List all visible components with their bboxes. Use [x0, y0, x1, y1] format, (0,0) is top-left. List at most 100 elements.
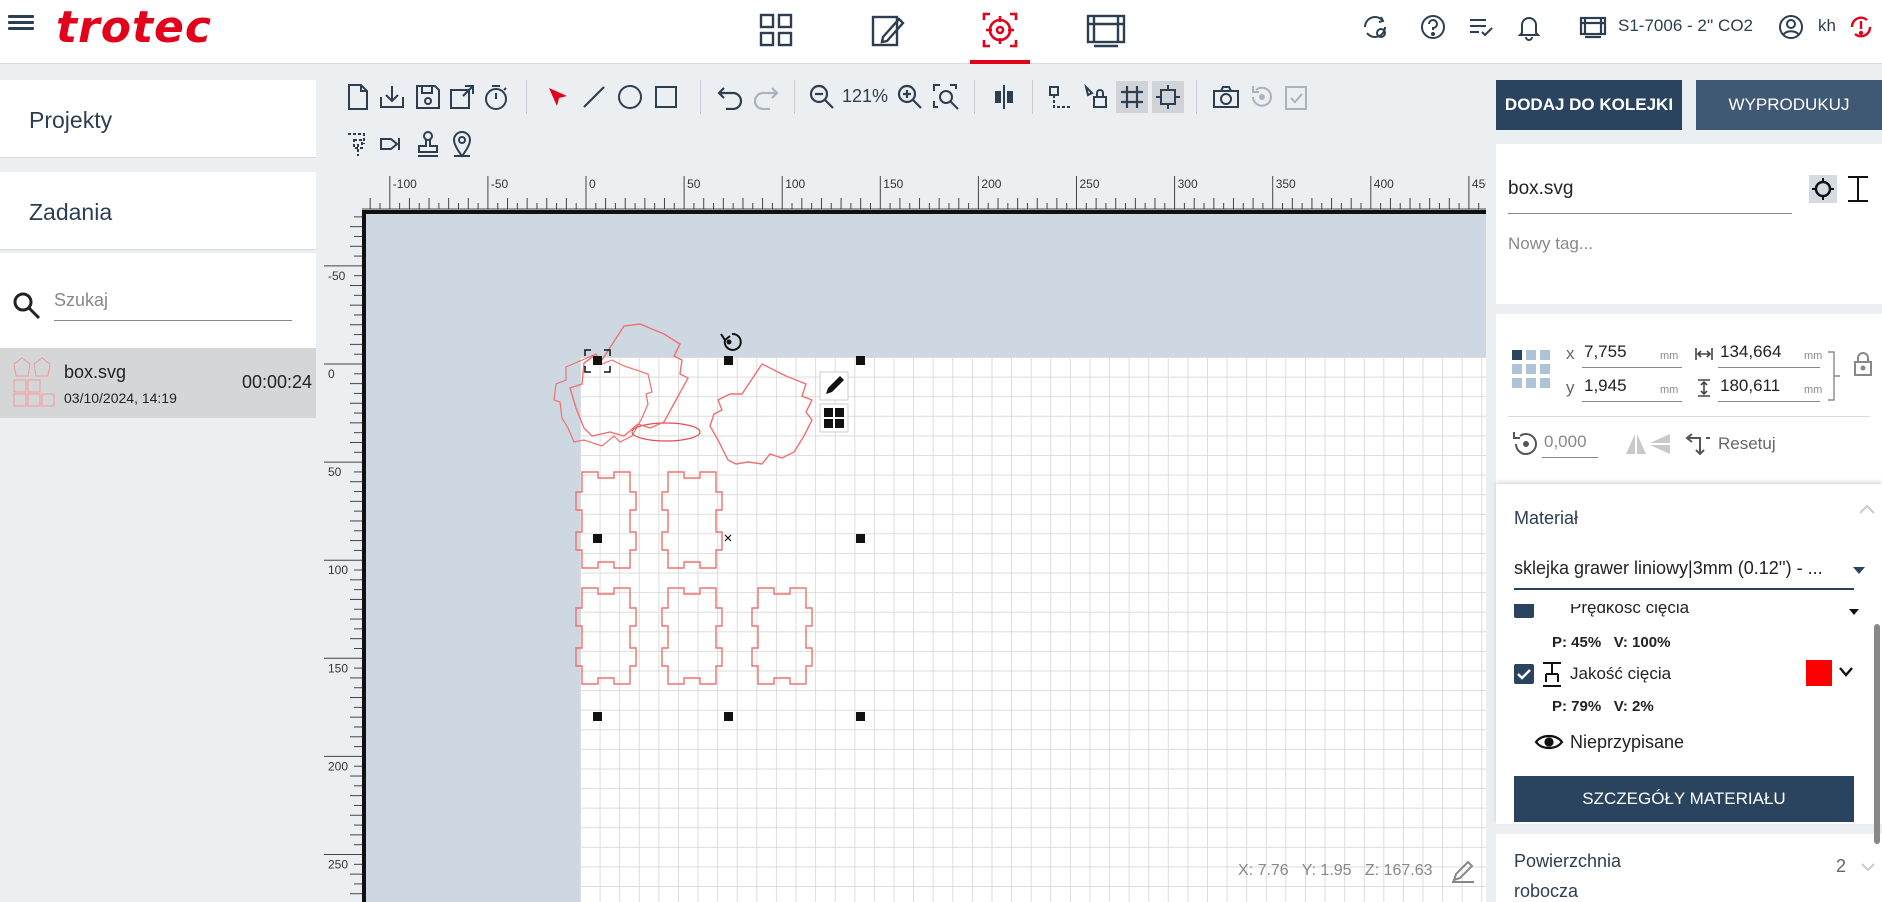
timer-icon[interactable]: [480, 81, 512, 113]
lock-aspect-icon[interactable]: [1852, 350, 1874, 378]
zoom-selection-icon[interactable]: [930, 81, 962, 113]
menu-icon[interactable]: [8, 12, 34, 38]
stamp-icon[interactable]: [412, 128, 444, 160]
export-icon[interactable]: [446, 81, 478, 113]
produce-button[interactable]: WYPRODUKUJ: [1696, 80, 1882, 130]
location-icon[interactable]: [446, 128, 478, 160]
new-file-icon[interactable]: [342, 81, 374, 113]
trace-icon[interactable]: [342, 128, 374, 160]
zoom-out-icon[interactable]: [806, 81, 838, 113]
flip-horizontal-icon[interactable]: [1624, 432, 1648, 456]
grid-icon[interactable]: [1116, 81, 1148, 113]
layer-checkbox[interactable]: [1514, 664, 1534, 684]
mode-design-button[interactable]: [858, 0, 918, 60]
undo-icon[interactable]: [714, 81, 746, 113]
width-icon: [1695, 348, 1713, 360]
status-x: X: 7.76: [1238, 862, 1289, 879]
sync-settings-icon[interactable]: [1360, 12, 1390, 42]
help-icon[interactable]: [1418, 12, 1448, 42]
mode-prepare-button[interactable]: [970, 0, 1030, 64]
select-arrow-icon[interactable]: [542, 81, 574, 113]
material-title[interactable]: Materiał: [1514, 508, 1578, 529]
object-grid-icon[interactable]: [819, 403, 849, 433]
panel-scrollbar[interactable]: [1874, 624, 1880, 844]
engrave-mode-icon[interactable]: [1844, 174, 1872, 204]
tab-jobs[interactable]: Zadania: [0, 172, 316, 250]
lock-snap-icon[interactable]: [1080, 81, 1112, 113]
save-icon[interactable]: [412, 81, 444, 113]
cut-mode-icon[interactable]: [1808, 174, 1838, 204]
machine-name[interactable]: S1-7006 - 2'' CO2: [1618, 16, 1753, 36]
flip-vertical-icon[interactable]: [1648, 432, 1672, 456]
chevron-up-icon[interactable]: [1858, 502, 1876, 516]
workspace-card[interactable]: Powierzchnia robocza 2: [1496, 834, 1882, 902]
ruler-label: -100: [393, 177, 417, 191]
ruler-label: -50: [328, 269, 346, 283]
layer-expand-icon[interactable]: [1848, 608, 1860, 616]
machine-icon[interactable]: [1578, 12, 1608, 42]
ellipse-icon[interactable]: [614, 81, 646, 113]
layer-row[interactable]: Jakość cięcia: [1514, 660, 1854, 690]
layer-velocity: V: 2%: [1613, 698, 1654, 715]
target-icon: [982, 12, 1018, 48]
search-input[interactable]: [54, 281, 292, 321]
pentagon-part[interactable]: [553, 353, 653, 447]
anchor-point-icon[interactable]: [1512, 350, 1552, 390]
align-icon[interactable]: [988, 81, 1020, 113]
design-objects[interactable]: [366, 214, 1486, 902]
camera-icon[interactable]: [1210, 81, 1242, 113]
chevron-down-icon[interactable]: [1860, 862, 1876, 872]
mode-layout-button[interactable]: [746, 0, 806, 60]
line-icon[interactable]: [578, 81, 610, 113]
laser-machine-icon: [1086, 14, 1126, 48]
ruler-label: 450: [1472, 177, 1486, 191]
user-avatar-icon[interactable]: [1776, 12, 1806, 42]
mode-produce-button[interactable]: [1076, 0, 1136, 60]
tab-projects[interactable]: Projekty: [0, 80, 316, 158]
layer-name: Jakość cięcia: [1570, 664, 1672, 683]
add-to-queue-button[interactable]: DODAJ DO KOLEJKI: [1496, 80, 1682, 130]
y-unit: mm: [1660, 384, 1679, 396]
reset-transform-icon[interactable]: [1684, 430, 1712, 458]
material-select[interactable]: sklejka grawer liniowy|3mm (0.12'') - ..…: [1514, 554, 1854, 590]
ruler-label: 300: [1178, 177, 1198, 191]
zoom-level[interactable]: 121%: [842, 86, 888, 107]
reset-icon[interactable]: [1246, 81, 1278, 113]
fit-icon[interactable]: [1152, 81, 1184, 113]
design-canvas[interactable]: [362, 210, 1486, 902]
layer-color-swatch[interactable]: [1806, 660, 1832, 686]
file-name-field[interactable]: box.svg: [1508, 178, 1792, 214]
rectangle-icon[interactable]: [650, 81, 682, 113]
pencil-icon[interactable]: [1450, 858, 1476, 884]
center-marker: [724, 534, 732, 542]
user-name[interactable]: kh: [1818, 16, 1836, 36]
rotate-handle-icon[interactable]: [720, 332, 742, 351]
job-list-item[interactable]: box.svg 03/10/2024, 14:19 00:00:24: [0, 348, 316, 418]
check-icon[interactable]: [1280, 81, 1312, 113]
chevron-down-icon[interactable]: [1838, 666, 1854, 678]
snap-icon[interactable]: [1044, 81, 1076, 113]
eye-icon[interactable]: [1534, 732, 1564, 752]
connection-status-icon[interactable]: [1846, 12, 1876, 42]
reset-button[interactable]: Resetuj: [1718, 434, 1776, 454]
layer-checkbox[interactable]: [1514, 604, 1534, 618]
zoom-in-icon[interactable]: [894, 81, 926, 113]
material-details-button[interactable]: SZCZEGÓŁY MATERIAŁU: [1514, 776, 1854, 822]
rotation-field[interactable]: 0,000: [1542, 432, 1598, 458]
layer-row[interactable]: Prędkość cięcia: [1514, 604, 1854, 630]
x-label: x: [1566, 344, 1575, 363]
ruler-label: 350: [1276, 177, 1296, 191]
redo-icon[interactable]: [750, 81, 782, 113]
import-icon[interactable]: [376, 81, 408, 113]
dropdown-arrow-icon[interactable]: [1852, 566, 1866, 576]
ruler-label: 150: [883, 177, 903, 191]
ruler-label: 400: [1374, 177, 1394, 191]
pointer-icon[interactable]: [376, 128, 408, 160]
trotec-logo: trotec: [56, 2, 212, 53]
new-tag-input[interactable]: [1508, 234, 1792, 254]
edit-object-icon[interactable]: [819, 371, 849, 401]
notification-bell-icon[interactable]: [1514, 12, 1544, 42]
job-name: box.svg: [64, 362, 127, 382]
box-parts[interactable]: [569, 323, 813, 685]
task-list-icon[interactable]: [1466, 12, 1496, 42]
